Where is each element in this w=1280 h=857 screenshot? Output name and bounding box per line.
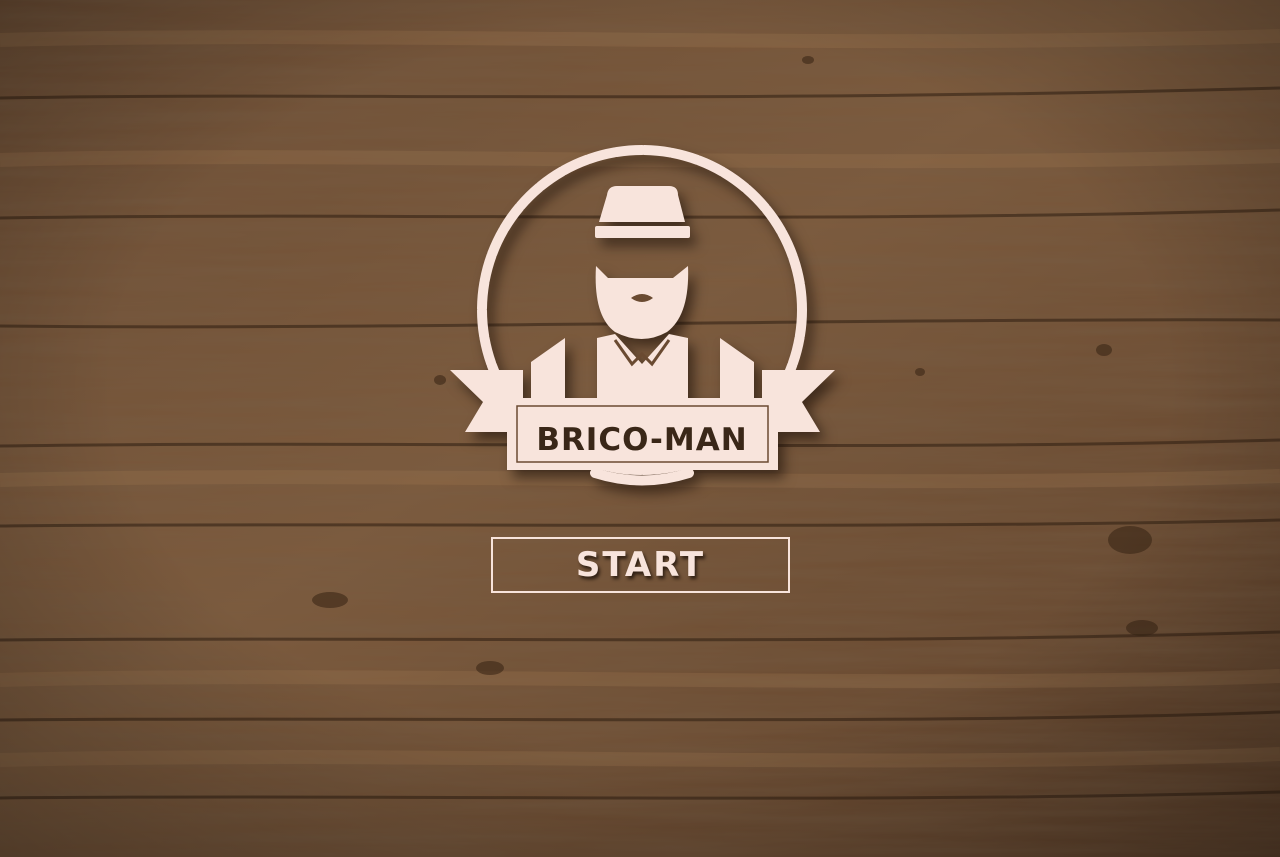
game-title: BRICO-MAN [536, 422, 747, 458]
bearded-handyman-badge-icon: BRICO-MAN [445, 140, 840, 490]
start-button[interactable]: START [491, 537, 790, 593]
title-screen: BRICO-MAN START [0, 0, 1280, 857]
start-button-label: START [575, 545, 706, 585]
